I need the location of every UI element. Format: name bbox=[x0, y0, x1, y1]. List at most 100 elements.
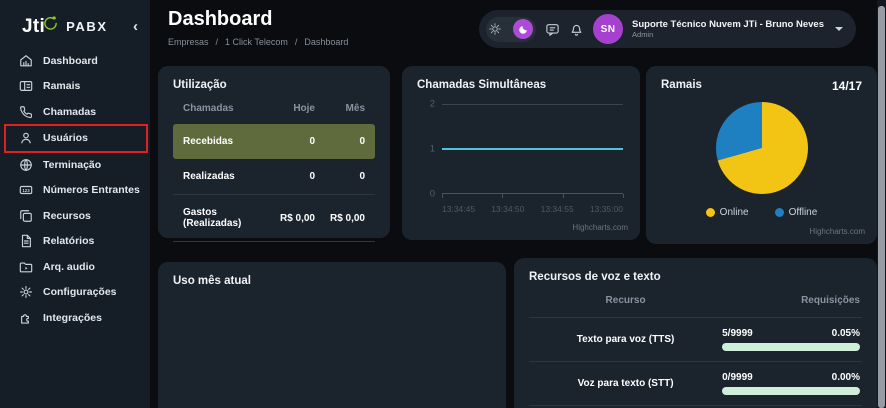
legend-label: Offline bbox=[789, 207, 818, 218]
breadcrumb-current: Dashboard bbox=[304, 37, 348, 47]
progress-bar bbox=[722, 343, 860, 351]
avatar[interactable]: SN bbox=[593, 14, 623, 44]
gridline bbox=[442, 104, 623, 105]
notifications-button[interactable] bbox=[569, 22, 584, 37]
card-uso-mes-atual: Uso mês atual bbox=[158, 262, 506, 408]
chat-button[interactable] bbox=[545, 22, 560, 37]
dashboard-icon bbox=[19, 54, 33, 68]
table-row-stt: Voz para texto (STT) 0/9999 0.00% bbox=[529, 362, 862, 406]
user-menu[interactable]: Suporte Técnico Nuvem JTi - Bruno Neves … bbox=[632, 19, 824, 40]
row-today: R$ 0,00 bbox=[265, 213, 315, 224]
table-header: Recurso Requisições bbox=[529, 295, 862, 318]
legend-item-online[interactable]: Online bbox=[706, 207, 749, 218]
extension-card-icon bbox=[19, 79, 33, 93]
col-hoje: Hoje bbox=[265, 103, 315, 114]
line-chart-plot: 2 1 0 bbox=[442, 104, 623, 194]
col-requisicoes: Requisições bbox=[722, 295, 862, 306]
row-label: Gastos (Realizadas) bbox=[183, 207, 265, 229]
sidebar: Jti PABX ‹ Dashboard Ramais Chamadas bbox=[0, 0, 150, 408]
sidebar-item-arq-audio[interactable]: Arq. audio bbox=[0, 254, 150, 280]
ramais-counter: 14/17 bbox=[832, 79, 862, 93]
x-tick-label: 13:34:45 bbox=[442, 204, 475, 214]
row-label: Recebidas bbox=[183, 136, 265, 147]
sidebar-item-label: Arq. audio bbox=[43, 261, 95, 273]
legend-label: Online bbox=[720, 207, 749, 218]
y-tick: 1 bbox=[430, 144, 435, 155]
row-label: Realizadas bbox=[183, 171, 265, 182]
card-recursos-voz-texto: Recursos de voz e texto Recurso Requisiç… bbox=[514, 258, 877, 408]
offline-dot bbox=[775, 208, 784, 217]
numbers-123-icon: 123 bbox=[19, 183, 33, 197]
card-chamadas-simultaneas: Chamadas Simultâneas 2 1 0 13:34:45 13:3… bbox=[402, 66, 640, 240]
pie-legend: Online Offline bbox=[661, 207, 862, 218]
sidebar-item-ramais[interactable]: Ramais bbox=[0, 74, 150, 100]
usage-percent: 0.00% bbox=[832, 372, 860, 383]
sidebar-item-integracoes[interactable]: Integrações bbox=[0, 305, 150, 331]
x-tick-mark bbox=[563, 194, 564, 198]
svg-text:123: 123 bbox=[22, 188, 30, 193]
table-row-recebidas: Recebidas 0 0 bbox=[173, 124, 375, 159]
usage-percent: 0.05% bbox=[832, 328, 860, 339]
chevron-down-icon[interactable] bbox=[835, 27, 843, 31]
sidebar-collapse-icon[interactable]: ‹ bbox=[133, 19, 138, 34]
card-ramais: Ramais 14/17 Online Offline Highcharts.c… bbox=[646, 66, 877, 244]
x-tick-mark bbox=[502, 194, 503, 198]
row-month: 0 bbox=[315, 136, 365, 147]
gear-icon bbox=[19, 285, 33, 299]
sidebar-item-dashboard[interactable]: Dashboard bbox=[0, 48, 150, 74]
breadcrumb-company[interactable]: 1 Click Telecom bbox=[225, 37, 288, 47]
sidebar-item-usuarios[interactable]: Usuários bbox=[6, 126, 146, 152]
copy-resources-icon bbox=[19, 209, 33, 223]
progress-bar bbox=[722, 387, 860, 395]
legend-item-offline[interactable]: Offline bbox=[775, 207, 818, 218]
x-tick-label: 13:34:55 bbox=[541, 204, 574, 214]
sidebar-item-terminacao[interactable]: Terminação bbox=[0, 152, 150, 178]
usage-count: 0/9999 bbox=[722, 372, 753, 383]
sidebar-item-label: Integrações bbox=[43, 312, 102, 324]
globe-icon bbox=[19, 158, 33, 172]
sidebar-item-configuracoes[interactable]: Configurações bbox=[0, 280, 150, 306]
ramais-pie bbox=[716, 102, 808, 194]
card-utilizacao: Utilização Chamadas Hoje Mês Recebidas 0… bbox=[158, 66, 390, 238]
highcharts-credit-link[interactable]: Highcharts.com bbox=[809, 227, 865, 236]
puzzle-icon bbox=[19, 311, 33, 325]
sidebar-item-recursos[interactable]: Recursos bbox=[0, 203, 150, 229]
breadcrumb-separator: / bbox=[295, 37, 298, 47]
sidebar-item-relatorios[interactable]: Relatórios bbox=[0, 229, 150, 255]
usage-count: 5/9999 bbox=[722, 328, 753, 339]
row-usage: 0/9999 0.00% bbox=[722, 372, 862, 395]
user-name: Suporte Técnico Nuvem JTi - Bruno Neves bbox=[632, 19, 824, 31]
page-title: Dashboard bbox=[168, 8, 272, 31]
chat-icon bbox=[545, 22, 560, 37]
card-title: Utilização bbox=[173, 79, 375, 91]
row-label: Voz para texto (STT) bbox=[529, 378, 722, 389]
bell-icon bbox=[569, 22, 584, 37]
x-tick-label: 13:35:00 bbox=[590, 204, 623, 214]
breadcrumb-empresas[interactable]: Empresas bbox=[168, 37, 209, 47]
scrollbar-thumb[interactable] bbox=[878, 6, 885, 408]
card-title: Uso mês atual bbox=[173, 275, 491, 287]
moon-icon bbox=[518, 24, 529, 35]
row-usage: 5/9999 0.05% bbox=[722, 328, 862, 351]
theme-toggle[interactable] bbox=[486, 17, 536, 42]
sidebar-item-chamadas[interactable]: Chamadas bbox=[0, 99, 150, 125]
col-mes: Mês bbox=[315, 103, 365, 114]
breadcrumb-separator: / bbox=[216, 37, 219, 47]
utilizacao-table: Chamadas Hoje Mês Recebidas 0 0 Realizad… bbox=[173, 97, 375, 242]
user-icon bbox=[19, 131, 33, 145]
col-chamadas: Chamadas bbox=[183, 103, 265, 114]
x-tick-label: 13:34:50 bbox=[491, 204, 524, 214]
sidebar-item-label: Ramais bbox=[43, 80, 80, 92]
card-title: Recursos de voz e texto bbox=[529, 271, 862, 283]
sidebar-item-numeros-entrantes[interactable]: 123 Números Entrantes bbox=[0, 178, 150, 204]
x-axis-line bbox=[442, 193, 623, 194]
sun-icon bbox=[489, 23, 501, 35]
table-row-realizadas: Realizadas 0 0 bbox=[173, 159, 375, 195]
x-axis-labels: 13:34:45 13:34:50 13:34:55 13:35:00 bbox=[442, 204, 623, 214]
dark-mode-active bbox=[513, 19, 533, 39]
sidebar-item-label: Usuários bbox=[43, 132, 88, 144]
user-role: Admin bbox=[632, 30, 824, 39]
x-tick-mark bbox=[442, 194, 443, 198]
online-dot bbox=[706, 208, 715, 217]
highcharts-credit-link[interactable]: Highcharts.com bbox=[572, 223, 628, 232]
